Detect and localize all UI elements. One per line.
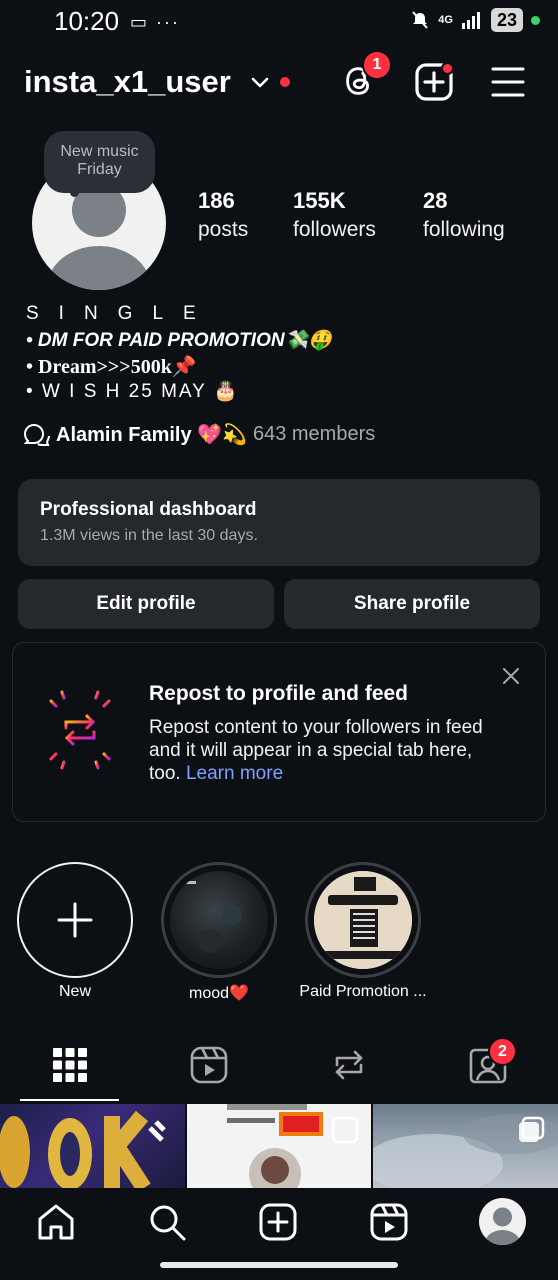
following-count: 28 — [423, 188, 448, 213]
post-thumbnail-2[interactable] — [187, 1104, 371, 1188]
highlight-label-paid-promotion: Paid Promotion ... — [299, 983, 427, 1000]
search-icon[interactable] — [147, 1202, 187, 1242]
new-highlight-button[interactable] — [17, 862, 133, 978]
followers-stat[interactable]: 155K followers — [293, 188, 376, 242]
note-tail — [70, 188, 79, 197]
reposts-icon[interactable] — [329, 1045, 369, 1085]
battery-level: 23 — [490, 8, 523, 32]
followers-label: followers — [293, 218, 376, 241]
sky-art — [373, 1114, 558, 1188]
signal-icon — [461, 12, 480, 29]
highlight-label-mood: mood❤️ — [189, 985, 249, 1002]
following-label: following — [423, 218, 505, 241]
bio-line-1: SINGLE — [26, 303, 216, 324]
reels-icon[interactable] — [189, 1045, 229, 1085]
account-notification-dot — [280, 77, 290, 87]
chevron-down-icon[interactable] — [248, 70, 272, 94]
broadcast-channel[interactable]: Alamin Family 💖💫 643 members — [24, 422, 375, 447]
status-time: 10:20 — [54, 6, 120, 36]
home-indicator[interactable] — [160, 1262, 398, 1268]
profile-note[interactable]: New music Friday — [44, 131, 155, 193]
close-icon[interactable] — [500, 665, 522, 687]
active-tab-indicator — [20, 1099, 119, 1101]
profile-avatar-icon — [484, 1207, 521, 1245]
status-left-icons: ▭ ··· — [130, 12, 180, 32]
create-icon[interactable] — [258, 1202, 298, 1242]
highlight-mood-cover — [170, 871, 268, 969]
following-stat[interactable]: 28 following — [423, 188, 505, 242]
posts-stat[interactable]: 186 posts — [198, 188, 248, 242]
privacy-indicator — [531, 15, 540, 25]
paid-promotion-cover-art — [314, 871, 412, 969]
tagged-badge: 2 — [488, 1037, 517, 1066]
mute-icon — [412, 11, 429, 29]
plus-icon — [57, 902, 93, 938]
grid-icon[interactable] — [50, 1045, 90, 1085]
network-type: 4G — [438, 14, 453, 26]
dashboard-subtitle: 1.3M views in the last 30 days. — [40, 527, 258, 544]
posts-label: posts — [198, 218, 249, 241]
threads-badge: 1 — [362, 50, 392, 80]
home-icon[interactable] — [36, 1202, 76, 1242]
balloon-art — [0, 1110, 166, 1188]
mood-cover-art — [182, 881, 242, 953]
channel-name: Alamin Family 💖💫 — [56, 424, 247, 446]
highlight-label-new: New — [58, 983, 91, 1000]
status-right-icons: 4G 23 — [410, 8, 540, 32]
professional-dashboard[interactable]: Professional dashboard 1.3M views in the… — [18, 479, 540, 566]
highlight-paid-promotion-cover — [314, 871, 412, 969]
edit-profile-button[interactable]: Edit profile — [18, 579, 274, 629]
channel-members: 643 members — [252, 423, 376, 445]
profile-nav-avatar[interactable] — [479, 1198, 526, 1245]
posts-count: 186 — [198, 188, 235, 213]
dashboard-title: Professional dashboard — [40, 499, 257, 520]
followers-count: 155K — [293, 188, 346, 213]
menu-icon[interactable] — [490, 64, 526, 100]
post-thumbnail-3[interactable] — [373, 1104, 558, 1188]
add-notification-dot — [441, 62, 454, 75]
bio-line-2: • DM FOR PAID PROMOTION💸🤑 — [26, 330, 332, 351]
repost-description: Repost content to your followers in feed… — [149, 716, 509, 785]
highlight-mood[interactable] — [161, 862, 277, 978]
share-profile-button[interactable]: Share profile — [284, 579, 540, 629]
bio-line-4: • W I S H 25 MAY 🎂 — [26, 381, 240, 402]
promo-post-art — [227, 1104, 359, 1188]
repost-title: Repost to profile and feed — [149, 682, 409, 705]
channel-icon — [24, 423, 50, 446]
profile-username[interactable]: insta_x1_user — [24, 64, 231, 100]
post-thumbnail-1[interactable] — [0, 1104, 185, 1188]
repost-icon — [37, 687, 123, 773]
reels-nav-icon[interactable] — [369, 1202, 409, 1242]
learn-more-link[interactable]: Learn more — [186, 763, 283, 784]
bio-line-3: • Dream>>>500k📌 — [26, 356, 197, 378]
highlight-paid-promotion[interactable] — [305, 862, 421, 978]
